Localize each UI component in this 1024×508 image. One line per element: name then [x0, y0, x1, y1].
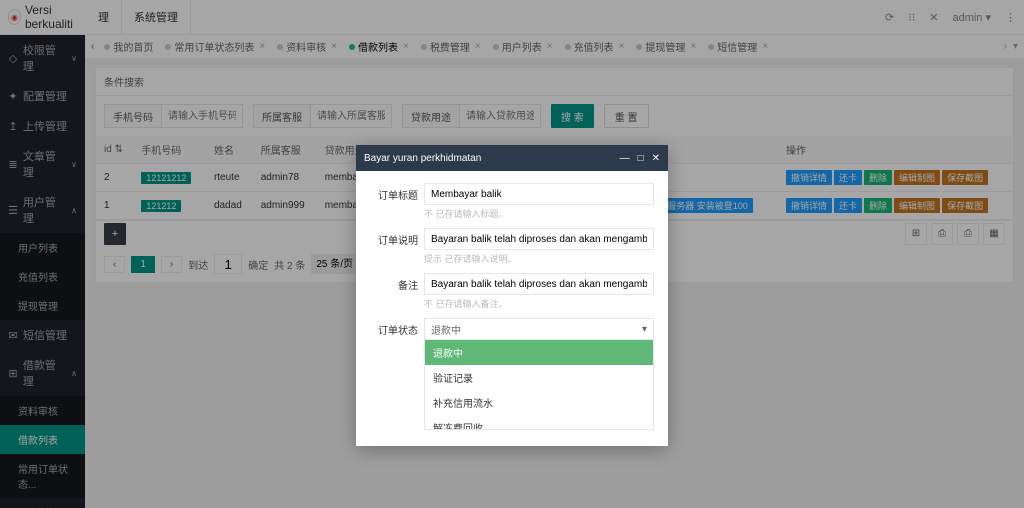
dialog: Bayar yuran perkhidmatan — □ ✕ 订单标题不 已存请… — [356, 145, 668, 446]
fld-desc-hint: 提示 已存请输入说明。 — [424, 252, 654, 265]
fld-status-select[interactable]: 退款中▾ — [424, 318, 654, 340]
dropdown-option[interactable]: 验证记录 — [425, 365, 653, 390]
fld-desc-label: 订单说明 — [370, 228, 418, 247]
fld-note-label: 备注 — [370, 273, 418, 292]
fld-status-label: 订单状态 — [370, 318, 418, 337]
fld-note-hint: 不 已存请输入备注。 — [424, 297, 654, 310]
fld-title-input[interactable] — [424, 183, 654, 205]
fld-desc-input[interactable] — [424, 228, 654, 250]
dialog-max-icon[interactable]: □ — [638, 153, 644, 164]
status-dropdown: 退款中验证记录补充信用流水解冻费回收解冻失败，请联系解冻 — [424, 340, 654, 430]
fld-title-hint: 不 已存请输入标题。 — [424, 207, 654, 220]
dropdown-option[interactable]: 解冻费回收 — [425, 415, 653, 430]
dropdown-option[interactable]: 补充信用流水 — [425, 390, 653, 415]
dropdown-option[interactable]: 退款中 — [425, 340, 653, 365]
dialog-min-icon[interactable]: — — [620, 153, 630, 164]
chevron-down-icon: ▾ — [642, 324, 647, 335]
fld-title-label: 订单标题 — [370, 183, 418, 202]
dialog-close-icon[interactable]: ✕ — [652, 153, 660, 164]
dialog-title: Bayar yuran perkhidmatan — [364, 153, 481, 164]
modal-mask[interactable]: Bayar yuran perkhidmatan — □ ✕ 订单标题不 已存请… — [0, 0, 1024, 508]
fld-note-input[interactable] — [424, 273, 654, 295]
